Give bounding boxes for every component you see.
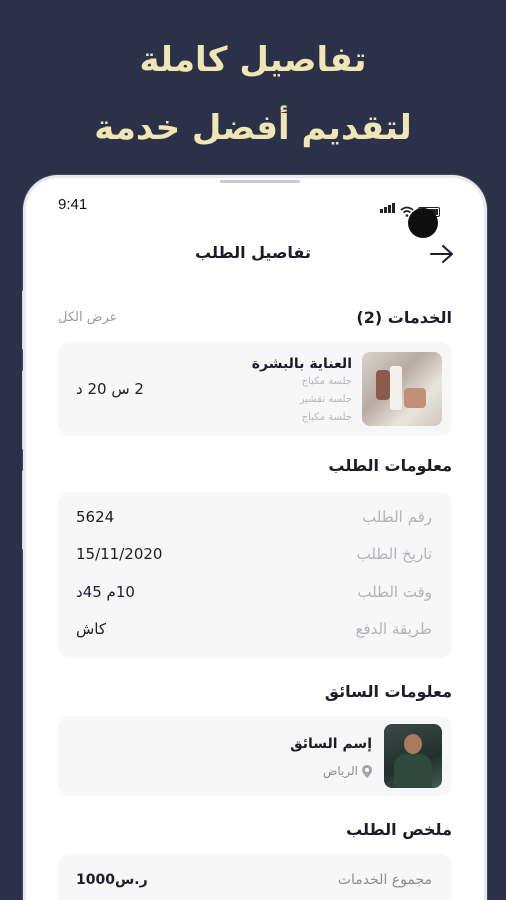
info-value: 5624 [76,508,115,526]
summary-title: ملخص الطلب [346,820,452,839]
phone-top-bar [220,180,300,183]
info-label: وقت الطلب [357,583,432,601]
summary-label: مجموع الخدمات [337,872,432,888]
service-sub-item: جلسة مكياج [301,412,352,423]
driver-location: الرياض [323,764,372,778]
info-row-order-time: وقت الطلب 10م 45د [58,583,452,607]
info-value: 10م 45د [76,583,135,601]
signal-icon [380,198,396,217]
info-label: رقم الطلب [362,508,432,526]
driver-city: الرياض [322,764,358,778]
service-duration: 2 س 20 د [76,380,144,398]
service-card[interactable]: العناية بالبشرة جلسة مكياج جلسة تقشير جل… [58,342,452,436]
service-thumbnail [362,352,442,426]
driver-name: إسم السائق [290,736,372,752]
summary-value: 1000ر.س [76,872,148,888]
summary-card: مجموع الخدمات 1000ر.س [58,854,452,900]
info-row-order-date: تاريخ الطلب 15/11/2020 [58,545,452,569]
info-value: 15/11/2020 [76,545,163,563]
driver-info-title: معلومات السائق [324,682,452,701]
service-sub-item: جلسة مكياج [301,376,352,387]
service-sub-item: جلسة تقشير [299,394,352,405]
location-pin-icon [362,764,372,778]
info-label: تاريخ الطلب [356,545,432,563]
arrow-right-icon[interactable] [428,242,456,266]
info-row-payment-method: طريقة الدفع كاش [58,620,452,644]
order-info-title: معلومات الطلب [328,456,452,475]
status-time: 9:41 [58,196,88,213]
camera-dot [408,208,438,238]
order-info-card: رقم الطلب 5624 تاريخ الطلب 15/11/2020 وق… [58,492,452,658]
view-all-link[interactable]: عرض الكل [58,310,117,325]
promo-headline-1: تفاصيل كاملة [139,40,367,80]
info-label: طريقة الدفع [355,620,432,638]
info-value: كاش [76,620,107,638]
promo-headline-2: لتقديم أفضل خدمة [94,108,412,148]
services-title: الخدمات (2) [356,308,452,327]
driver-card[interactable]: إسم السائق الرياض [58,716,452,796]
info-row-order-number: رقم الطلب 5624 [58,508,452,532]
service-name: العناية بالبشرة [251,356,352,372]
driver-avatar [384,724,442,788]
